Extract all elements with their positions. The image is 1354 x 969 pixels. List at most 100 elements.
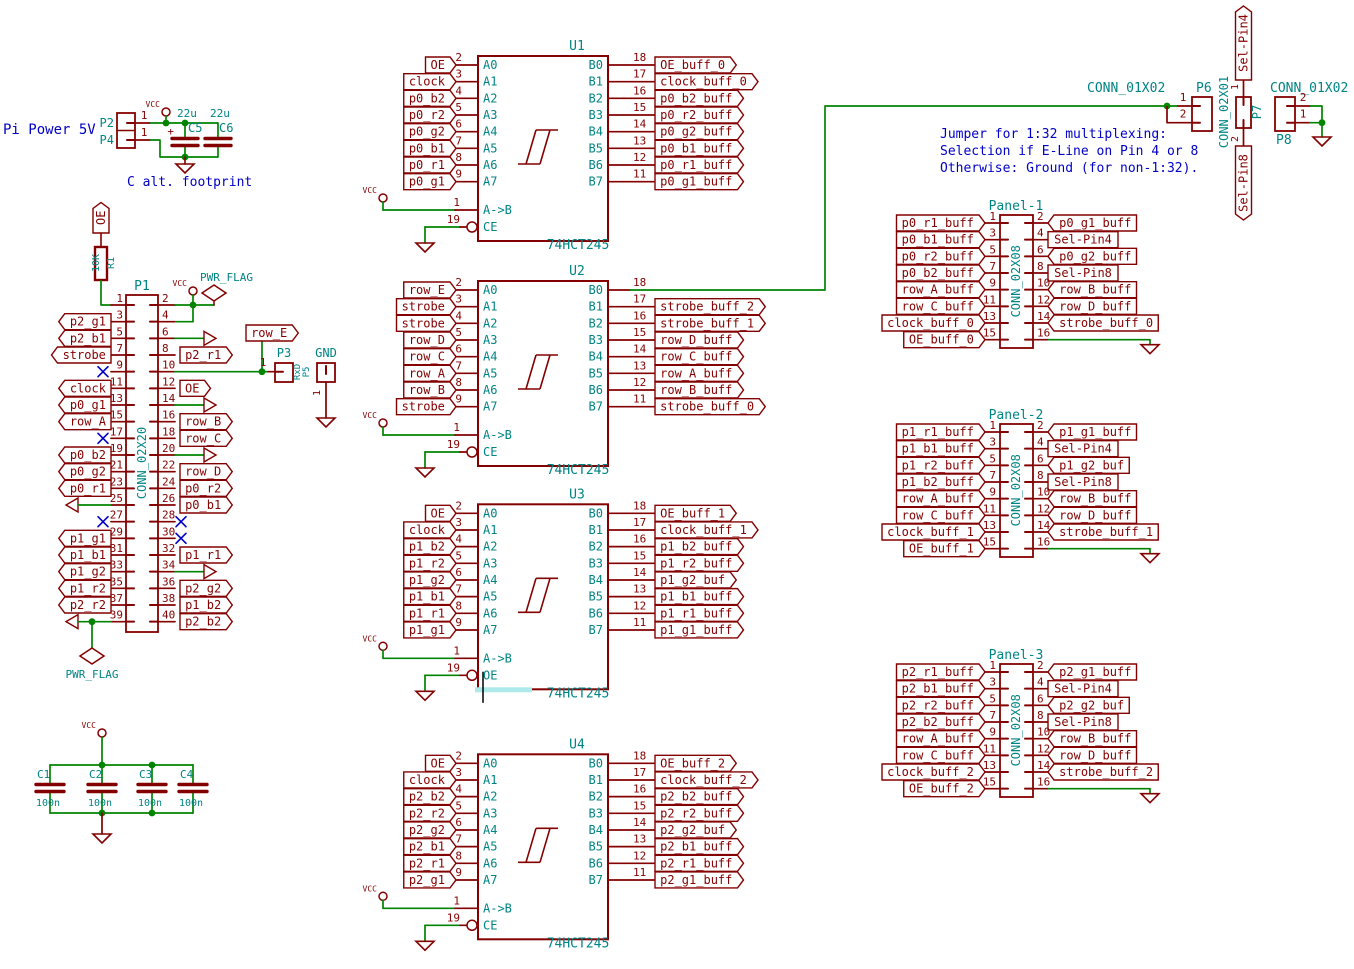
pin-number: 10	[1037, 277, 1050, 290]
net-label-text: clock_buff_0	[887, 316, 974, 330]
pin-number: 19	[110, 442, 123, 455]
vcc-symbol-icon[interactable]	[379, 419, 387, 427]
ground-symbol-icon[interactable]	[416, 468, 434, 477]
pin-number: 18	[633, 276, 646, 289]
pin-number: 14	[633, 566, 647, 579]
pin-name: B3	[589, 556, 603, 570]
connector-body-p6[interactable]	[1192, 97, 1212, 131]
net-label-text: p0_b2_buff	[660, 91, 732, 105]
blank-label-arrow-icon[interactable]	[204, 448, 216, 462]
blank-label-arrow-icon[interactable]	[204, 398, 216, 412]
pin-name: OE	[483, 668, 497, 682]
net-label-text: p1_r1	[185, 548, 221, 562]
pin-number: 2	[1300, 91, 1307, 104]
vcc-symbol-icon[interactable]	[162, 108, 170, 116]
pin-number: 11	[633, 168, 646, 181]
net-label-text: clock_buff_1	[887, 525, 974, 539]
pin-name: A5	[483, 590, 497, 604]
net-label-text: p1_r2_buff	[902, 458, 974, 472]
junction-dot	[149, 762, 156, 769]
pin-name: B5	[589, 366, 603, 380]
pin-number: 7	[455, 134, 462, 147]
pin-name: A5	[483, 366, 497, 380]
pin-name: B3	[589, 333, 603, 347]
net-label-text: row_A_buff	[902, 492, 974, 506]
vcc-symbol-text: VCC	[363, 634, 378, 643]
connector-body-p8[interactable]	[1275, 97, 1295, 131]
pin-number: 4	[1037, 436, 1044, 449]
pin-number: 5	[455, 326, 462, 339]
pwr-flag-symbol-icon[interactable]	[202, 285, 226, 301]
component-value: 100n	[179, 798, 203, 809]
ref-designator: P6	[1196, 81, 1212, 96]
inverted-pin-bubble	[467, 222, 477, 232]
blank-label-arrow-icon[interactable]	[204, 331, 216, 345]
pin-number: 6	[1037, 692, 1044, 705]
pin-name: A7	[483, 623, 497, 637]
pin-name: B1	[589, 773, 603, 787]
pin-number: 14	[162, 392, 176, 405]
net-label-text: p2_r2_buff	[902, 698, 974, 712]
pin-number: 14	[633, 118, 647, 131]
pin-name: A0	[483, 506, 497, 520]
ref-designator: P1	[134, 279, 150, 294]
pin-number: 2	[455, 276, 462, 289]
pin-number: 8	[162, 342, 169, 355]
net-label-text: row_D_buff	[660, 333, 732, 347]
net-label-text: p2_r1_buff	[660, 856, 732, 870]
ground-arrow-icon[interactable]	[66, 498, 78, 512]
pin-number: 1	[989, 419, 996, 432]
inverted-pin-bubble	[467, 447, 477, 457]
pin-number: 1	[260, 356, 267, 369]
pin-name: A2	[483, 91, 497, 105]
ground-symbol-icon[interactable]	[176, 164, 194, 173]
vcc-symbol-text: VCC	[173, 279, 188, 288]
ground-symbol-icon[interactable]	[1141, 794, 1159, 803]
ground-symbol-icon[interactable]	[1141, 345, 1159, 354]
ground-symbol-icon[interactable]	[1141, 554, 1159, 563]
ref-designator: C5	[188, 121, 202, 135]
vcc-symbol-icon[interactable]	[379, 892, 387, 900]
ground-arrow-icon[interactable]	[66, 615, 78, 629]
vcc-symbol-icon[interactable]	[379, 642, 387, 650]
pin-number: 12	[633, 849, 646, 862]
junction-dot	[99, 762, 106, 769]
vcc-symbol-icon[interactable]	[379, 194, 387, 202]
net-label-text: p0_b2	[409, 91, 445, 105]
pin-number: 3	[455, 516, 462, 529]
ground-symbol-icon[interactable]	[416, 243, 434, 252]
pin-number: 1	[1230, 84, 1241, 90]
net-label-text: row_B	[409, 383, 445, 397]
pin-name: A0	[483, 283, 497, 297]
pin-number: 12	[1037, 293, 1050, 306]
net-label-text: clock	[409, 773, 446, 787]
pin-number: 16	[633, 533, 646, 546]
net-label-text: p2_b1	[409, 840, 445, 854]
net-label-text: row_D_buff	[1059, 748, 1131, 762]
pwr-flag-symbol-icon[interactable]	[80, 648, 104, 664]
pin-name: A->B	[483, 428, 512, 442]
ref-designator: C3	[139, 768, 152, 781]
pin-number: 6	[162, 325, 169, 338]
net-label-text: strobe_buff_1	[1059, 525, 1153, 539]
pin-number: 17	[110, 425, 123, 438]
pin-number: 18	[633, 51, 646, 64]
pin-number: 35	[110, 575, 123, 588]
vcc-symbol-icon[interactable]	[189, 287, 197, 295]
pin-number: 3	[116, 309, 123, 322]
note-text: Otherwise: Ground (for non-1:32).	[940, 161, 1198, 176]
ground-symbol-icon[interactable]	[93, 834, 111, 843]
ground-symbol-icon[interactable]	[1313, 137, 1331, 146]
pin-name: B7	[589, 175, 603, 189]
blank-label-arrow-icon[interactable]	[204, 565, 216, 579]
pin-name: A4	[483, 573, 497, 587]
net-label-text: p1_r2_buff	[660, 556, 732, 570]
ground-symbol-icon[interactable]	[317, 418, 335, 427]
pin-number: 13	[633, 134, 646, 147]
wire	[1048, 789, 1150, 794]
ground-symbol-icon[interactable]	[416, 941, 434, 950]
ground-symbol-icon[interactable]	[416, 691, 434, 700]
vcc-symbol-icon[interactable]	[98, 729, 106, 737]
pin-number: 6	[455, 816, 462, 829]
net-label-text: row_D_buff	[1059, 508, 1131, 522]
